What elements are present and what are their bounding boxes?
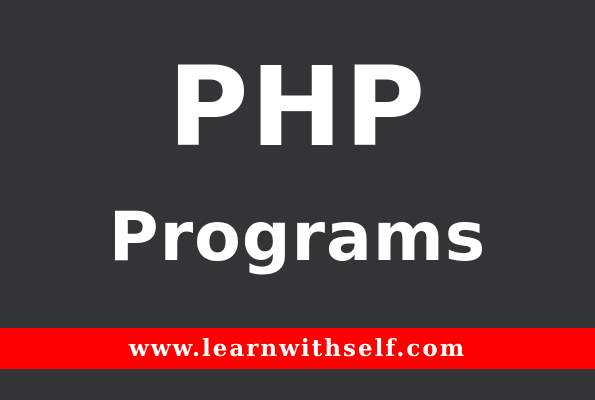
url-banner: www.learnwithself.com bbox=[0, 328, 595, 369]
website-url: www.learnwithself.com bbox=[128, 335, 467, 362]
subtitle: Programs bbox=[108, 198, 487, 277]
promo-card: PHP Programs www.learnwithself.com bbox=[0, 0, 595, 400]
main-title: PHP bbox=[167, 43, 428, 171]
